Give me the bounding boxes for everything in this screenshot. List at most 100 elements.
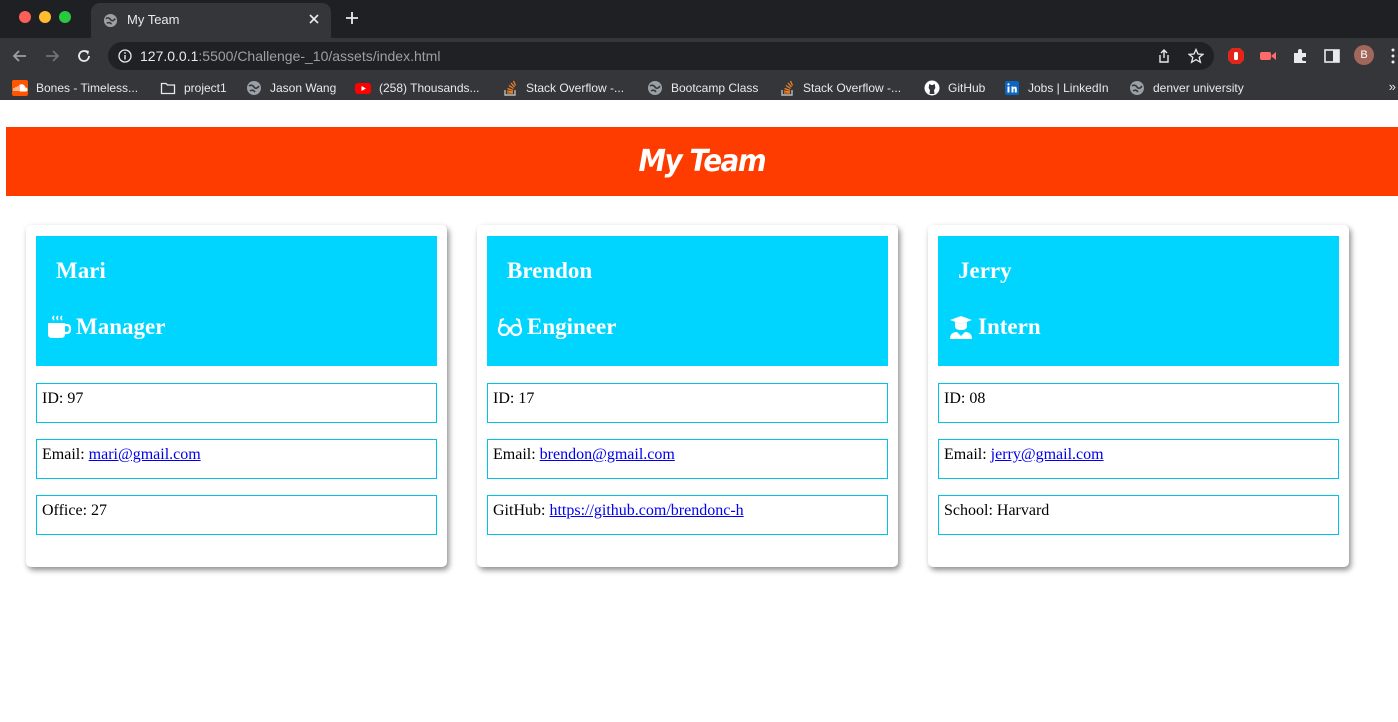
employee-github: GitHub: https://github.com/brendonc-h <box>487 495 888 535</box>
bookmark-label: (258) Thousands... <box>379 81 480 95</box>
soundcloud-icon <box>12 80 28 96</box>
reload-icon[interactable] <box>74 46 94 66</box>
employee-id: ID: 08 <box>938 383 1339 423</box>
bookmark-label: denver university <box>1153 81 1244 95</box>
coffee-mug-icon <box>48 315 72 338</box>
graduate-icon <box>950 316 972 339</box>
browser-tab-active[interactable]: My Team <box>91 3 331 38</box>
employee-card-engineer: Brendon Engineer ID: 17 Email: brendon@g… <box>477 225 898 567</box>
globe-icon <box>247 81 261 95</box>
role-label: Engineer <box>527 314 617 339</box>
close-tab-icon[interactable] <box>307 12 321 26</box>
card-header: Brendon Engineer <box>487 236 888 366</box>
bookmark-item[interactable]: Stack Overflow -... <box>779 79 901 97</box>
employee-id: ID: 17 <box>487 383 888 423</box>
bookmark-item[interactable]: GitHub <box>924 79 985 97</box>
role-label: Manager <box>76 314 166 339</box>
employee-email: Email: brendon@gmail.com <box>487 439 888 479</box>
bookmark-item[interactable]: Stack Overflow -... <box>502 79 624 97</box>
youtube-icon <box>355 83 371 94</box>
employee-office: Office: 27 <box>36 495 437 535</box>
new-tab-icon[interactable] <box>344 10 360 26</box>
bookmarks-bar: Bones - Timeless... project1 Jason Wang … <box>0 74 1398 100</box>
bookmark-label: Bootcamp Class <box>671 81 759 95</box>
folder-icon <box>160 82 176 95</box>
bookmark-item[interactable]: denver university <box>1129 79 1244 97</box>
linkedin-icon <box>1005 81 1019 95</box>
bookmark-label: project1 <box>184 81 227 95</box>
bookmark-item[interactable]: Bootcamp Class <box>647 79 758 97</box>
close-window-button[interactable] <box>19 11 31 23</box>
email-link[interactable]: brendon@gmail.com <box>540 446 675 463</box>
employee-name: Jerry <box>958 258 1012 283</box>
minimize-window-button[interactable] <box>39 11 51 23</box>
employee-card-manager: Mari Manager ID: 97 Email: mari@gmail.co… <box>26 225 447 567</box>
card-header: Jerry Intern <box>938 236 1339 366</box>
employee-role: Manager <box>46 314 165 340</box>
bookmark-item[interactable]: Bones - Timeless... <box>12 79 138 97</box>
role-label: Intern <box>978 314 1041 339</box>
stackoverflow-icon <box>781 80 794 96</box>
email-prefix: Email: <box>944 446 991 463</box>
tab-strip: My Team <box>0 0 1398 38</box>
employee-id: ID: 97 <box>36 383 437 423</box>
github-prefix: GitHub: <box>493 502 550 519</box>
employee-id-text: ID: 97 <box>42 390 84 407</box>
bookmark-item[interactable]: (258) Thousands... <box>355 79 480 97</box>
globe-icon <box>648 81 662 95</box>
maximize-window-button[interactable] <box>59 11 71 23</box>
bookmark-label: Jason Wang <box>270 81 337 95</box>
forward-icon[interactable] <box>42 46 62 66</box>
page-title: My Team <box>638 144 767 179</box>
bookmark-item[interactable]: Jason Wang <box>246 79 336 97</box>
bookmarks-overflow-button[interactable]: » <box>1389 79 1396 94</box>
bookmark-label: Bones - Timeless... <box>36 81 139 95</box>
browser-toolbar: 127.0.0.1:5500/Challenge-_10/assets/inde… <box>0 38 1398 74</box>
page-viewport: My Team Mari Manager ID: 97 Email: mari@… <box>0 106 1398 722</box>
employee-school: School: Harvard <box>938 495 1339 535</box>
url-text[interactable]: 127.0.0.1:5500/Challenge-_10/assets/inde… <box>140 48 440 64</box>
email-link[interactable]: jerry@gmail.com <box>991 446 1104 463</box>
url-host: 127.0.0.1 <box>140 48 199 64</box>
employee-card-intern: Jerry Intern ID: 08 Email: jerry@gmail.c… <box>928 225 1349 567</box>
github-icon <box>924 80 940 96</box>
profile-avatar[interactable]: B <box>1354 45 1374 65</box>
adblock-extension-icon[interactable] <box>1227 47 1245 65</box>
recorder-extension-icon[interactable] <box>1259 47 1277 65</box>
employee-name: Mari <box>56 258 106 283</box>
bookmark-label: Stack Overflow -... <box>526 81 625 95</box>
bookmark-item[interactable]: Jobs | LinkedIn <box>1004 79 1109 97</box>
bookmark-label: GitHub <box>948 81 986 95</box>
email-prefix: Email: <box>42 446 89 463</box>
menu-icon[interactable] <box>1384 47 1398 65</box>
share-icon[interactable] <box>1156 48 1172 64</box>
employee-email: Email: jerry@gmail.com <box>938 439 1339 479</box>
employee-role: Intern <box>948 314 1041 340</box>
email-link[interactable]: mari@gmail.com <box>89 446 201 463</box>
globe-icon <box>1130 81 1144 95</box>
stackoverflow-icon <box>504 80 517 96</box>
bookmark-star-icon[interactable] <box>1188 48 1204 64</box>
back-icon[interactable] <box>10 46 30 66</box>
office-text: Office: 27 <box>42 502 108 519</box>
side-panel-icon[interactable] <box>1323 47 1341 65</box>
employee-id-text: ID: 08 <box>944 390 986 407</box>
page-header: My Team <box>6 127 1398 196</box>
tab-title: My Team <box>127 12 180 27</box>
employee-email: Email: mari@gmail.com <box>36 439 437 479</box>
info-icon[interactable] <box>118 49 132 63</box>
github-link[interactable]: https://github.com/brendonc-h <box>549 502 743 519</box>
bookmark-label: Stack Overflow -... <box>803 81 902 95</box>
address-bar[interactable]: 127.0.0.1:5500/Challenge-_10/assets/inde… <box>108 42 1214 70</box>
bookmark-label: Jobs | LinkedIn <box>1028 81 1109 95</box>
glasses-icon <box>497 318 523 337</box>
employee-id-text: ID: 17 <box>493 390 535 407</box>
extensions-puzzle-icon[interactable] <box>1291 47 1309 65</box>
employee-name: Brendon <box>507 258 593 283</box>
school-text: School: Harvard <box>944 502 1050 519</box>
employee-role: Engineer <box>497 314 616 340</box>
url-path: :5500/Challenge-_10/assets/index.html <box>198 48 441 64</box>
card-header: Mari Manager <box>36 236 437 366</box>
globe-icon <box>103 13 118 28</box>
bookmark-folder[interactable]: project1 <box>160 79 227 97</box>
